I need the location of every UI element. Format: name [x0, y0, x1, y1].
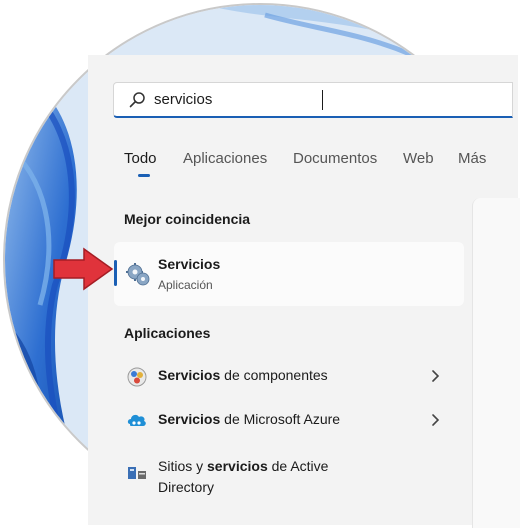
- tab-aplicaciones[interactable]: Aplicaciones: [183, 150, 267, 167]
- best-match-type: Aplicación: [158, 278, 213, 292]
- search-input[interactable]: servicios: [113, 82, 513, 118]
- active-directory-icon: [128, 467, 146, 479]
- chevron-right-icon[interactable]: [430, 366, 442, 386]
- azure-services-icon: [127, 414, 146, 426]
- best-match-heading: Mejor coincidencia: [124, 211, 251, 227]
- red-pointer-arrow: [53, 247, 114, 291]
- list-item-azure-services[interactable]: Servicios de Microsoft Azure: [114, 400, 464, 440]
- chevron-right-icon[interactable]: [430, 410, 442, 430]
- services-gear-icon: [126, 263, 150, 286]
- list-item-label: Servicios de componentes: [158, 367, 328, 383]
- text-caret: [322, 90, 323, 110]
- tab-todo[interactable]: Todo: [124, 150, 157, 167]
- list-item-active-directory[interactable]: Sitios y servicios de Active Directory: [114, 452, 464, 495]
- list-item-label: Servicios de Microsoft Azure: [158, 411, 341, 427]
- best-match-item[interactable]: Servicios Aplicación: [114, 242, 464, 306]
- best-match-name: Servicios: [158, 256, 221, 272]
- list-item-label: Sitios y servicios de Active Directory: [158, 458, 329, 495]
- apps-heading: Aplicaciones: [124, 325, 211, 341]
- preview-pane: [472, 198, 520, 528]
- component-services-icon: [127, 367, 147, 387]
- search-query: servicios: [154, 91, 213, 108]
- tab-mas[interactable]: Más: [458, 150, 486, 167]
- tab-web[interactable]: Web: [403, 150, 434, 167]
- active-tab-indicator: [138, 174, 150, 177]
- search-icon: [129, 92, 145, 108]
- tab-documentos[interactable]: Documentos: [293, 150, 377, 167]
- list-item-component-services[interactable]: Servicios de componentes: [114, 356, 464, 396]
